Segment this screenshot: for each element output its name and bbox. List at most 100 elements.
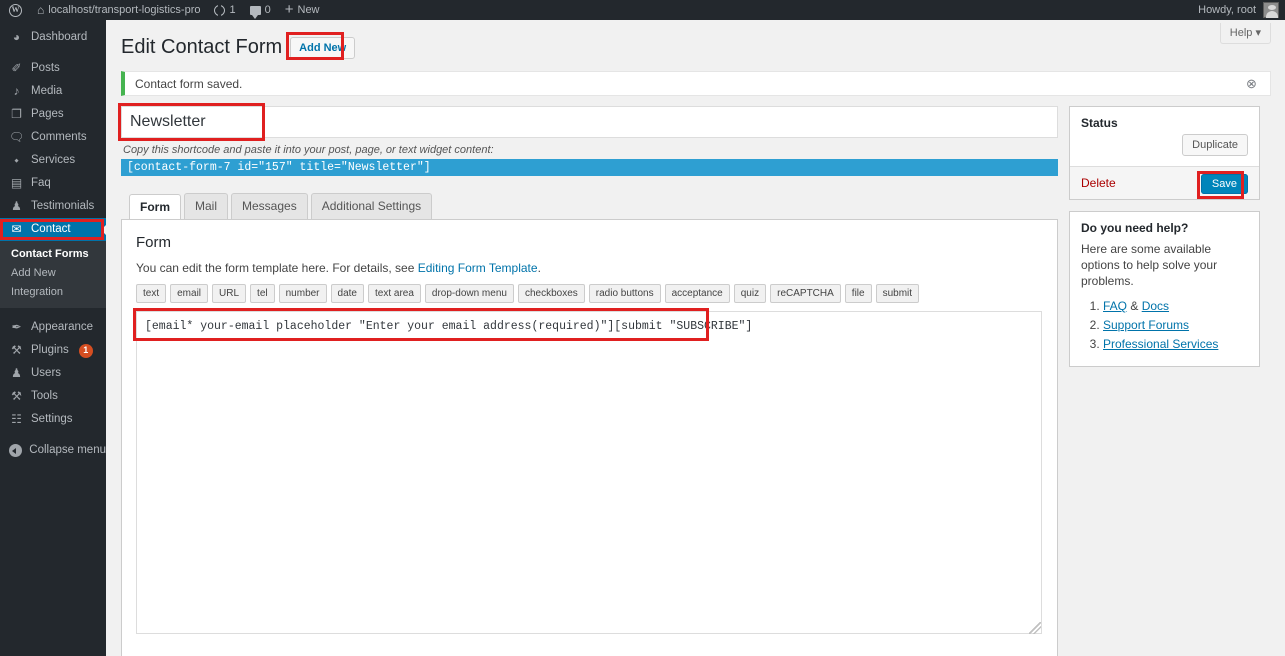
new-content-menu[interactable]: + New bbox=[278, 0, 327, 20]
support-forums-link[interactable]: Support Forums bbox=[1103, 318, 1189, 332]
form-template-textarea[interactable]: [email* your-email placeholder "Enter yo… bbox=[136, 311, 1042, 634]
tag-button-email[interactable]: email bbox=[170, 284, 209, 303]
form-template-wrap: [email* your-email placeholder "Enter yo… bbox=[133, 308, 1043, 637]
saved-notice: Contact form saved. ⊗ bbox=[121, 71, 1271, 96]
title-input-wrap bbox=[118, 103, 1058, 141]
form-title-input[interactable] bbox=[121, 106, 1058, 138]
sidebar-subitem-add-new[interactable]: Add New bbox=[0, 264, 106, 283]
sidebar-item-appearance[interactable]: ✒ Appearance bbox=[0, 316, 106, 339]
sidebar-item-media[interactable]: ♪ Media bbox=[0, 80, 106, 103]
panel-heading: Form bbox=[136, 234, 171, 251]
sidebar-item-users[interactable]: ♟ Users bbox=[0, 362, 106, 385]
help-box: Do you need help? Here are some availabl… bbox=[1069, 211, 1260, 367]
tag-button-text-area[interactable]: text area bbox=[367, 284, 421, 303]
tag-button-checkboxes[interactable]: checkboxes bbox=[517, 284, 585, 303]
delete-link[interactable]: Delete bbox=[1081, 176, 1116, 190]
howdy-label: Howdy, root bbox=[1198, 4, 1256, 16]
tag-button-drop-down-menu[interactable]: drop-down menu bbox=[424, 284, 514, 303]
help-links-list: FAQ & Docs Support Forums Professional S… bbox=[1081, 298, 1248, 352]
page-title: Edit Contact Form bbox=[121, 36, 283, 58]
comments-count: 0 bbox=[264, 4, 271, 16]
sidebar-item-dashboard[interactable]: ◕ Dashboard bbox=[0, 26, 106, 49]
list-item: FAQ & Docs bbox=[1103, 298, 1248, 314]
account-menu[interactable]: Howdy, root bbox=[1198, 0, 1285, 20]
sidebar-subitem-contact-forms[interactable]: Contact Forms bbox=[0, 245, 106, 264]
add-new-wrap: Add New bbox=[286, 31, 356, 60]
wp-logo-button[interactable]: W bbox=[0, 0, 30, 20]
sidebar-item-settings[interactable]: ☷ Settings bbox=[0, 408, 106, 431]
tag-button-file[interactable]: file bbox=[844, 284, 872, 303]
tag-button-submit[interactable]: submit bbox=[875, 284, 920, 303]
plus-icon: + bbox=[284, 1, 294, 18]
updates-icon bbox=[214, 4, 226, 18]
new-label: New bbox=[297, 4, 320, 16]
close-icon[interactable]: ⊗ bbox=[1245, 77, 1258, 90]
sidebar-item-pages[interactable]: ❐ Pages bbox=[0, 103, 106, 126]
comment-bubble-icon bbox=[249, 5, 261, 19]
professional-services-link[interactable]: Professional Services bbox=[1103, 337, 1218, 351]
sidebar-item-testimonials[interactable]: ♟ Testimonials bbox=[0, 195, 106, 218]
tag-button-tel[interactable]: tel bbox=[250, 284, 275, 303]
sidebar-item-label: Settings bbox=[31, 413, 73, 425]
contact-submenu: Contact Forms Add New Integration bbox=[0, 241, 106, 308]
sidebar-item-tools[interactable]: ⚒ Tools bbox=[0, 385, 106, 408]
status-box-body: Duplicate bbox=[1070, 134, 1259, 166]
avatar bbox=[1263, 2, 1279, 18]
editor-column: Copy this shortcode and paste it into yo… bbox=[118, 103, 1058, 656]
tag-generator-buttons: text email URL tel number date text area… bbox=[136, 284, 1043, 303]
tag-button-acceptance[interactable]: acceptance bbox=[664, 284, 730, 303]
status-box-title: Status bbox=[1081, 116, 1118, 130]
list-item: Support Forums bbox=[1103, 317, 1248, 333]
help-tab-wrap: Help ▾ bbox=[1219, 23, 1271, 44]
sidebar-item-label: Appearance bbox=[31, 321, 94, 333]
sidebar-item-posts[interactable]: ✐ Posts bbox=[0, 57, 106, 80]
wordpress-logo-icon: W bbox=[9, 3, 22, 17]
panel-description: You can edit the form template here. For… bbox=[136, 261, 1043, 275]
plug-icon: ⚒ bbox=[11, 343, 22, 357]
collapse-menu-button[interactable]: Collapse menu bbox=[0, 439, 106, 462]
tab-additional-settings[interactable]: Additional Settings bbox=[310, 193, 433, 219]
tag-button-radio-buttons[interactable]: radio buttons bbox=[588, 284, 661, 303]
sidebar-item-label: Services bbox=[31, 154, 76, 166]
tab-form[interactable]: Form bbox=[129, 194, 181, 220]
updates-count: 1 bbox=[229, 4, 236, 16]
tag-button-quiz[interactable]: quiz bbox=[733, 284, 767, 303]
comments-menu[interactable]: 0 bbox=[243, 0, 278, 20]
sidebar-item-faq[interactable]: ▤ Faq bbox=[0, 172, 106, 195]
docs-link[interactable]: Docs bbox=[1142, 299, 1169, 313]
tag-button-text[interactable]: text bbox=[136, 284, 167, 303]
tag-button-date[interactable]: date bbox=[330, 284, 364, 303]
tag-button-recaptcha[interactable]: reCAPTCHA bbox=[770, 284, 841, 303]
resize-handle-icon[interactable] bbox=[1029, 622, 1041, 634]
sidebar-item-services[interactable]: ⬩ Services bbox=[0, 149, 106, 172]
editing-form-template-link[interactable]: Editing Form Template bbox=[418, 261, 538, 275]
tag-button-url[interactable]: URL bbox=[212, 284, 247, 303]
settings-icon: ☷ bbox=[11, 412, 22, 426]
add-new-button[interactable]: Add New bbox=[290, 36, 356, 59]
site-name-label: localhost/transport-logistics-pro bbox=[48, 4, 201, 16]
sidebar-item-label: Contact bbox=[31, 223, 71, 235]
sidebar-item-plugins[interactable]: ⚒ Plugins 1 bbox=[0, 339, 106, 362]
sidebar-subitem-integration[interactable]: Integration bbox=[0, 283, 106, 302]
save-button[interactable]: Save bbox=[1200, 174, 1248, 194]
tag-button-number[interactable]: number bbox=[278, 284, 327, 303]
shortcode-input[interactable] bbox=[121, 159, 1058, 176]
help-tab-button[interactable]: Help ▾ bbox=[1219, 23, 1271, 44]
sidebar-item-label: Users bbox=[31, 367, 62, 379]
sidebar-item-contact[interactable]: ✉ Contact bbox=[0, 218, 106, 241]
panel-description-text: You can edit the form template here. For… bbox=[136, 261, 418, 275]
duplicate-button[interactable]: Duplicate bbox=[1182, 134, 1248, 156]
site-name-menu[interactable]: ⌂ localhost/transport-logistics-pro bbox=[30, 0, 207, 20]
comment-icon: 🗨 bbox=[8, 130, 25, 144]
tab-mail[interactable]: Mail bbox=[184, 193, 229, 219]
panel-description-period: . bbox=[537, 261, 541, 275]
updates-menu[interactable]: 1 bbox=[207, 0, 242, 20]
sidebar-item-comments[interactable]: 🗨 Comments bbox=[0, 126, 106, 149]
faq-link[interactable]: FAQ bbox=[1103, 299, 1127, 313]
save-wrap: Save bbox=[1196, 171, 1248, 199]
tab-messages[interactable]: Messages bbox=[231, 193, 308, 219]
editor-tabs: Form Mail Messages Additional Settings bbox=[121, 193, 1058, 220]
sidebar-column: Status Duplicate Delete Save Do you need… bbox=[1069, 106, 1260, 656]
notice-message: Contact form saved. bbox=[135, 76, 243, 91]
wrench-icon: ⚒ bbox=[11, 389, 22, 403]
